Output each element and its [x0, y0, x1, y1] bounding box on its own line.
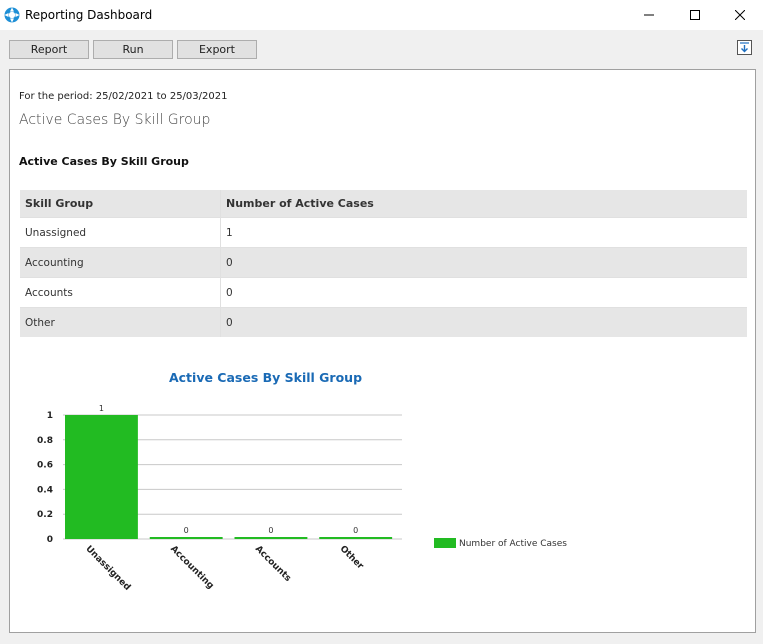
download-icon[interactable]	[737, 40, 752, 55]
report-pane: For the period: 25/02/2021 to 25/03/2021…	[9, 69, 756, 633]
minimize-button[interactable]	[626, 0, 672, 30]
bar	[65, 415, 138, 539]
toolbar: Report Run Export	[0, 30, 763, 68]
table-cell: 0	[220, 307, 747, 337]
y-tick-label: 0.2	[37, 510, 53, 520]
table-row: Accounting 0	[20, 247, 747, 278]
close-icon	[735, 10, 745, 20]
y-tick-label: 0	[47, 535, 53, 545]
legend-label: Number of Active Cases	[459, 539, 567, 549]
y-tick-label: 0.4	[37, 485, 53, 495]
bar	[319, 537, 393, 539]
table-cell: Accounts	[20, 277, 221, 308]
data-label: 0	[353, 526, 358, 535]
table-cell: Unassigned	[20, 217, 221, 248]
table-cell: Other	[20, 307, 221, 337]
report-button[interactable]: Report	[9, 40, 89, 59]
section-title: Active Cases By Skill Group	[19, 155, 189, 168]
report-period: For the period: 25/02/2021 to 25/03/2021	[19, 91, 228, 102]
table-cell: 0	[220, 277, 747, 308]
table-cell: Accounting	[20, 247, 221, 278]
table-cell: 0	[220, 247, 747, 278]
app-logo-icon	[4, 7, 20, 23]
active-cases-chart: Active Cases By Skill Group 0 0.2 0.4 0.6 0.8…	[37, 370, 567, 593]
table-row: Unassigned 1	[20, 217, 747, 248]
maximize-icon	[690, 10, 700, 20]
run-button[interactable]: Run	[93, 40, 173, 59]
x-tick-label: Accounting	[168, 544, 215, 591]
minimize-icon	[644, 14, 654, 16]
table-cell: 1	[220, 217, 747, 248]
column-header-skill-group: Skill Group	[20, 190, 221, 218]
y-tick-label: 0.8	[37, 436, 53, 446]
legend-swatch	[434, 538, 456, 548]
data-label: 1	[99, 404, 104, 413]
window-title: Reporting Dashboard	[25, 8, 153, 22]
bar	[149, 537, 223, 539]
chart-title: Active Cases By Skill Group	[169, 370, 362, 385]
skill-group-table: Skill Group Number of Active Cases Unass…	[20, 190, 747, 337]
table-row: Accounts 0	[20, 277, 747, 308]
bar	[234, 537, 308, 539]
y-tick-label: 1	[47, 411, 53, 421]
report-title: Active Cases By Skill Group	[19, 112, 211, 128]
title-bar: Reporting Dashboard	[0, 0, 763, 30]
close-button[interactable]	[717, 0, 763, 30]
data-label: 0	[268, 526, 273, 535]
x-tick-label: Other	[338, 544, 366, 572]
x-tick-label: Unassigned	[83, 544, 132, 593]
y-tick-label: 0.6	[37, 461, 53, 471]
x-tick-label: Accounts	[253, 544, 293, 584]
data-label: 0	[184, 526, 189, 535]
export-button[interactable]: Export	[177, 40, 257, 59]
table-header-row: Skill Group Number of Active Cases	[20, 190, 747, 218]
maximize-button[interactable]	[672, 0, 718, 30]
column-header-active-cases: Number of Active Cases	[220, 190, 747, 218]
table-row: Other 0	[20, 307, 747, 337]
